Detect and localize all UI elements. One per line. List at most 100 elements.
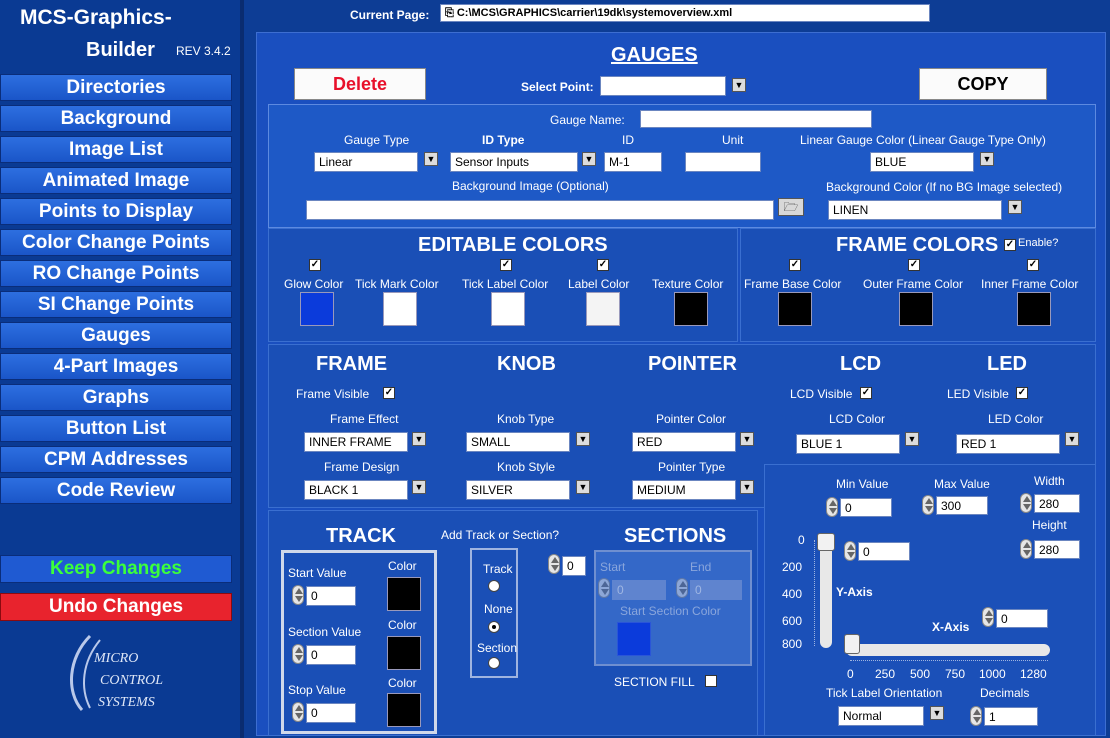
section-end-spinner[interactable] [676,578,688,598]
tick-orientation-dropdown[interactable]: ▼ [930,706,944,720]
y-slider-thumb[interactable] [817,533,835,551]
pointer-type-select[interactable]: MEDIUM [632,480,736,500]
frame-effect-dropdown[interactable]: ▼ [412,432,426,446]
tick-label-color-swatch[interactable] [491,292,525,326]
tick-mark-color-swatch[interactable] [383,292,417,326]
decimals-spinner[interactable] [970,706,982,726]
bg-image-input[interactable] [306,200,774,220]
decimals-input[interactable]: 1 [984,707,1038,726]
tick-orientation-select[interactable]: Normal [838,706,924,726]
copy-button[interactable]: COPY [919,68,1047,100]
led-visible-checkbox[interactable]: ✓ [1016,387,1028,399]
section-radio[interactable] [488,657,500,669]
pointer-type-dropdown[interactable]: ▼ [740,480,754,494]
section-value-spinner[interactable] [292,644,304,664]
undo-changes-button[interactable]: Undo Changes [0,593,232,621]
led-color-select[interactable]: RED 1 [956,434,1060,454]
inner-frame-color-swatch[interactable] [1017,292,1051,326]
inner-frame-checkbox[interactable]: ✓ [1027,259,1039,271]
y-slider-track[interactable] [820,538,832,648]
id-type-dropdown[interactable]: ▼ [582,152,596,166]
none-radio[interactable] [488,621,500,633]
stop-value-input[interactable]: 0 [306,703,356,723]
gauge-name-input[interactable] [640,110,872,128]
y-value-spinner[interactable] [844,541,856,561]
linear-color-dropdown[interactable]: ▼ [980,152,994,166]
glow-color-checkbox[interactable]: ✓ [309,259,321,271]
sidebar-item-points-to-display[interactable]: Points to Display [0,198,232,225]
height-spinner[interactable] [1020,539,1032,559]
y-value-input[interactable]: 0 [858,542,910,561]
sidebar-item-cpm-addresses[interactable]: CPM Addresses [0,446,232,473]
frame-base-checkbox[interactable]: ✓ [789,259,801,271]
x-slider-thumb[interactable] [844,634,860,654]
sidebar-item-color-change-points[interactable]: Color Change Points [0,229,232,256]
start-value-spinner[interactable] [292,585,304,605]
section-start-spinner[interactable] [598,578,610,598]
lcd-color-select[interactable]: BLUE 1 [796,434,900,454]
label-color-swatch[interactable] [586,292,620,326]
track-radio[interactable] [488,580,500,592]
select-point-field[interactable] [600,76,726,96]
sidebar-item-gauges[interactable]: Gauges [0,322,232,349]
frame-base-color-swatch[interactable] [778,292,812,326]
width-spinner[interactable] [1020,493,1032,513]
section-fill-checkbox[interactable] [705,675,717,687]
bg-color-select[interactable]: LINEN [828,200,1002,220]
start-section-color-swatch[interactable] [617,622,651,656]
pointer-color-select[interactable]: RED [632,432,736,452]
frame-colors-enable-checkbox[interactable]: ✓ [1004,239,1016,251]
section-color-swatch[interactable] [387,636,421,670]
x-slider-track[interactable] [846,644,1050,656]
section-value-input[interactable]: 0 [306,645,356,665]
start-value-input[interactable]: 0 [306,586,356,606]
frame-design-select[interactable]: BLACK 1 [304,480,408,500]
start-color-swatch[interactable] [387,577,421,611]
folder-icon[interactable]: 🗁 [778,198,804,216]
lcd-color-dropdown[interactable]: ▼ [905,432,919,446]
bg-color-dropdown[interactable]: ▼ [1008,200,1022,214]
outer-frame-color-swatch[interactable] [899,292,933,326]
max-value-input[interactable]: 300 [936,496,988,515]
gauge-type-select[interactable]: Linear [314,152,418,172]
section-end-input[interactable]: 0 [690,580,742,600]
keep-changes-button[interactable]: Keep Changes [0,555,232,583]
knob-type-dropdown[interactable]: ▼ [576,432,590,446]
min-value-input[interactable]: 0 [840,498,892,517]
frame-design-dropdown[interactable]: ▼ [412,480,426,494]
max-value-spinner[interactable] [922,495,934,515]
gauge-type-dropdown[interactable]: ▼ [424,152,438,166]
linear-color-select[interactable]: BLUE [870,152,974,172]
label-color-checkbox[interactable]: ✓ [597,259,609,271]
current-page-field[interactable]: ⎘ C:\MCS\GRAPHICS\carrier\19dk\systemove… [440,4,930,22]
led-color-dropdown[interactable]: ▼ [1065,432,1079,446]
delete-button[interactable]: Delete [294,68,426,100]
knob-type-select[interactable]: SMALL [466,432,570,452]
sidebar-item-si-change-points[interactable]: SI Change Points [0,291,232,318]
section-count-input[interactable]: 0 [562,556,586,576]
outer-frame-checkbox[interactable]: ✓ [908,259,920,271]
sidebar-item-graphs[interactable]: Graphs [0,384,232,411]
sidebar-item-background[interactable]: Background [0,105,232,132]
width-input[interactable]: 280 [1034,494,1080,513]
knob-style-dropdown[interactable]: ▼ [576,480,590,494]
frame-visible-checkbox[interactable]: ✓ [383,387,395,399]
stop-color-swatch[interactable] [387,693,421,727]
section-count-spinner[interactable] [548,554,560,574]
sidebar-item-ro-change-points[interactable]: RO Change Points [0,260,232,287]
frame-effect-select[interactable]: INNER FRAME [304,432,408,452]
sidebar-item-4-part-images[interactable]: 4-Part Images [0,353,232,380]
tick-label-color-checkbox[interactable]: ✓ [500,259,512,271]
stop-value-spinner[interactable] [292,702,304,722]
section-start-input[interactable]: 0 [612,580,666,600]
sidebar-item-directories[interactable]: Directories [0,74,232,101]
id-type-select[interactable]: Sensor Inputs [450,152,578,172]
sidebar-item-button-list[interactable]: Button List [0,415,232,442]
knob-style-select[interactable]: SILVER [466,480,570,500]
lcd-visible-checkbox[interactable]: ✓ [860,387,872,399]
pointer-color-dropdown[interactable]: ▼ [740,432,754,446]
sidebar-item-image-list[interactable]: Image List [0,136,232,163]
sidebar-item-code-review[interactable]: Code Review [0,477,232,504]
id-input[interactable]: M-1 [604,152,662,172]
glow-color-swatch[interactable] [300,292,334,326]
